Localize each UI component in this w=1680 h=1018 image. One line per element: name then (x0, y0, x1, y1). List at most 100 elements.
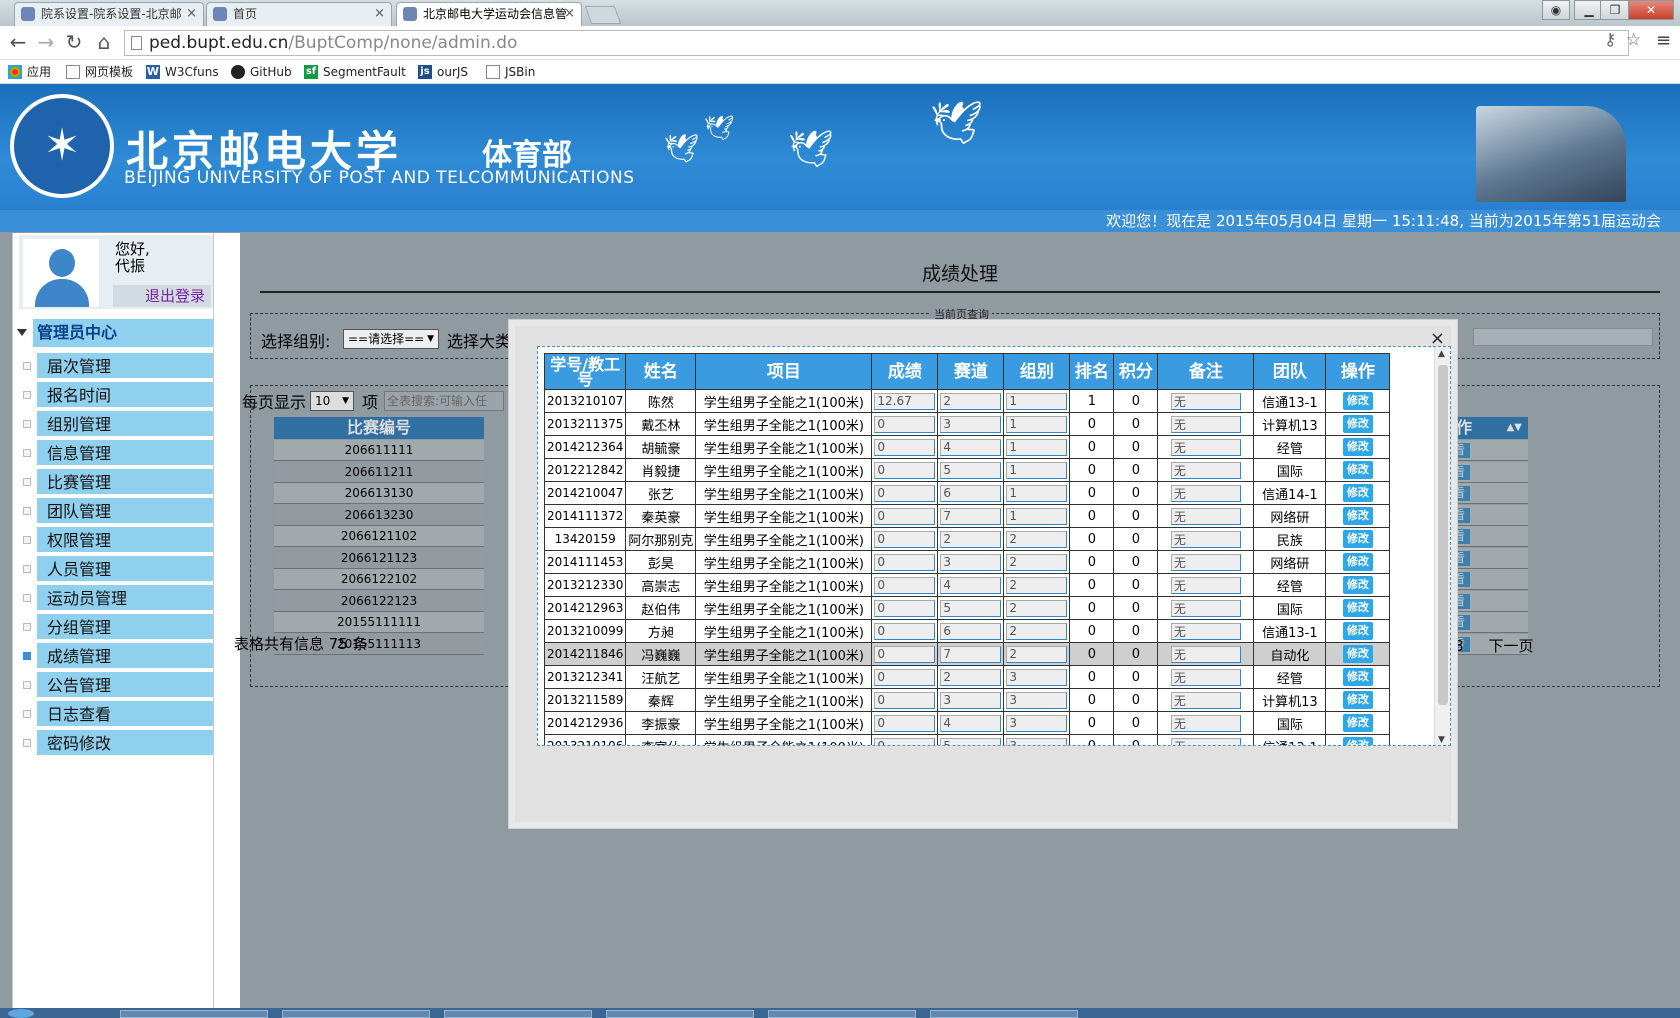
lane-input[interactable] (940, 622, 1002, 640)
new-tab-button[interactable] (584, 6, 622, 24)
admin-center-heading[interactable]: 管理员中心 (33, 319, 217, 347)
lane-input[interactable] (940, 415, 1002, 433)
sidebar-menu-item[interactable]: 人员管理 (23, 556, 217, 583)
edit-button[interactable]: 修改 (1342, 553, 1373, 571)
lane-input[interactable] (940, 484, 1002, 502)
scroll-up-icon[interactable]: ▲ (1438, 349, 1445, 359)
group-input[interactable] (1006, 530, 1068, 548)
collapse-triangle-icon[interactable] (17, 329, 27, 336)
taskbar-item[interactable] (282, 1010, 430, 1018)
group-input[interactable] (1006, 484, 1068, 502)
edit-button[interactable]: 修改 (1342, 507, 1373, 525)
browser-tab[interactable]: 首页 × (206, 2, 392, 26)
taskbar-item[interactable] (768, 1010, 916, 1018)
bookmark-item[interactable]: W W3Cfuns (146, 63, 219, 81)
bookmark-item[interactable]: JSBin (486, 63, 535, 81)
next-page-link[interactable]: 下一页 (1488, 637, 1533, 655)
scrollbar-thumb[interactable] (1438, 365, 1448, 705)
edit-button[interactable]: 修改 (1342, 576, 1373, 594)
sidebar-menu-item[interactable]: 公告管理 (23, 672, 217, 699)
home-icon[interactable]: ⌂ (92, 31, 116, 55)
note-input[interactable] (1170, 484, 1241, 502)
back-arrow-icon[interactable]: ← (6, 31, 30, 55)
close-window-icon[interactable]: ✕ (1628, 0, 1674, 20)
sidebar-menu-item[interactable]: 比赛管理 (23, 469, 217, 496)
sidebar-menu-item[interactable]: 日志查看 (23, 701, 217, 728)
note-input[interactable] (1170, 507, 1241, 525)
sidebar-menu-item[interactable]: 团队管理 (23, 498, 217, 525)
score-input[interactable] (874, 484, 936, 502)
edit-button[interactable]: 修改 (1342, 461, 1373, 479)
score-input[interactable] (874, 553, 936, 571)
per-page-select[interactable]: 10 ▼ (310, 391, 354, 411)
sidebar-menu-item[interactable]: 组别管理 (23, 411, 217, 438)
bookmark-item[interactable]: js ourJS (418, 63, 468, 81)
note-input[interactable] (1170, 714, 1241, 732)
group-input[interactable] (1006, 737, 1068, 745)
group-select[interactable]: ==请选择== ▼ (343, 329, 439, 349)
taskbar-item[interactable] (606, 1010, 754, 1018)
group-input[interactable] (1006, 622, 1068, 640)
sidebar-menu-item[interactable]: 报名时间 (23, 382, 217, 409)
lane-input[interactable] (940, 576, 1002, 594)
edit-button[interactable]: 修改 (1342, 714, 1373, 732)
score-input[interactable] (874, 737, 936, 745)
tab-close-icon[interactable]: × (374, 3, 385, 25)
score-input[interactable] (874, 530, 936, 548)
note-input[interactable] (1170, 599, 1241, 617)
key-icon[interactable]: ⚷ (1604, 30, 1616, 50)
scroll-down-icon[interactable]: ▼ (1438, 735, 1445, 745)
start-button-icon[interactable] (8, 1009, 34, 1018)
note-input[interactable] (1170, 622, 1241, 640)
edit-button[interactable]: 修改 (1342, 668, 1373, 686)
group-input[interactable] (1006, 576, 1068, 594)
note-input[interactable] (1170, 438, 1241, 456)
lane-input[interactable] (940, 714, 1002, 732)
restore-window-icon[interactable]: ❐ (1600, 0, 1630, 20)
sidebar-menu-item[interactable]: 权限管理 (23, 527, 217, 554)
lane-input[interactable] (940, 461, 1002, 479)
lane-input[interactable] (940, 392, 1002, 410)
score-input[interactable] (874, 668, 936, 686)
score-input[interactable] (874, 576, 936, 594)
note-input[interactable] (1170, 530, 1241, 548)
score-input[interactable] (874, 415, 936, 433)
modal-scroll-area[interactable]: 学号/教工号 姓名 项目 成绩 赛道 组别 排名 积分 备注 团队 操作 201… (537, 346, 1451, 746)
sidebar-menu-item[interactable]: 运动员管理 (23, 585, 217, 612)
score-input[interactable] (874, 438, 936, 456)
tab-close-icon[interactable]: × (186, 3, 197, 25)
score-input[interactable] (874, 392, 936, 410)
group-input[interactable] (1006, 392, 1068, 410)
edit-button[interactable]: 修改 (1342, 530, 1373, 548)
bookmark-item[interactable]: sf SegmentFault (304, 63, 406, 81)
note-input[interactable] (1170, 576, 1241, 594)
sidebar-menu-item[interactable]: 密码修改 (23, 730, 217, 757)
score-input[interactable] (874, 691, 936, 709)
reload-icon[interactable]: ↻ (62, 31, 86, 55)
user-profile-icon[interactable]: ◉ (1542, 0, 1570, 20)
note-input[interactable] (1170, 668, 1241, 686)
taskbar-item[interactable] (444, 1010, 592, 1018)
sidebar-menu-item[interactable]: 信息管理 (23, 440, 217, 467)
note-input[interactable] (1170, 415, 1241, 433)
group-input[interactable] (1006, 645, 1068, 663)
group-input[interactable] (1006, 599, 1068, 617)
bookmark-item[interactable]: GitHub (231, 63, 292, 81)
taskbar-item[interactable] (930, 1010, 1078, 1018)
edit-button[interactable]: 修改 (1342, 438, 1373, 456)
edit-button[interactable]: 修改 (1342, 415, 1373, 433)
note-input[interactable] (1170, 392, 1241, 410)
lane-input[interactable] (940, 553, 1002, 571)
score-input[interactable] (874, 622, 936, 640)
lane-input[interactable] (940, 645, 1002, 663)
group-input[interactable] (1006, 461, 1068, 479)
query-input[interactable] (1473, 328, 1653, 346)
edit-button[interactable]: 修改 (1342, 392, 1373, 410)
lane-input[interactable] (940, 691, 1002, 709)
lane-input[interactable] (940, 530, 1002, 548)
edit-button[interactable]: 修改 (1342, 737, 1373, 745)
score-input[interactable] (874, 599, 936, 617)
lane-input[interactable] (940, 507, 1002, 525)
lane-input[interactable] (940, 438, 1002, 456)
note-input[interactable] (1170, 553, 1241, 571)
